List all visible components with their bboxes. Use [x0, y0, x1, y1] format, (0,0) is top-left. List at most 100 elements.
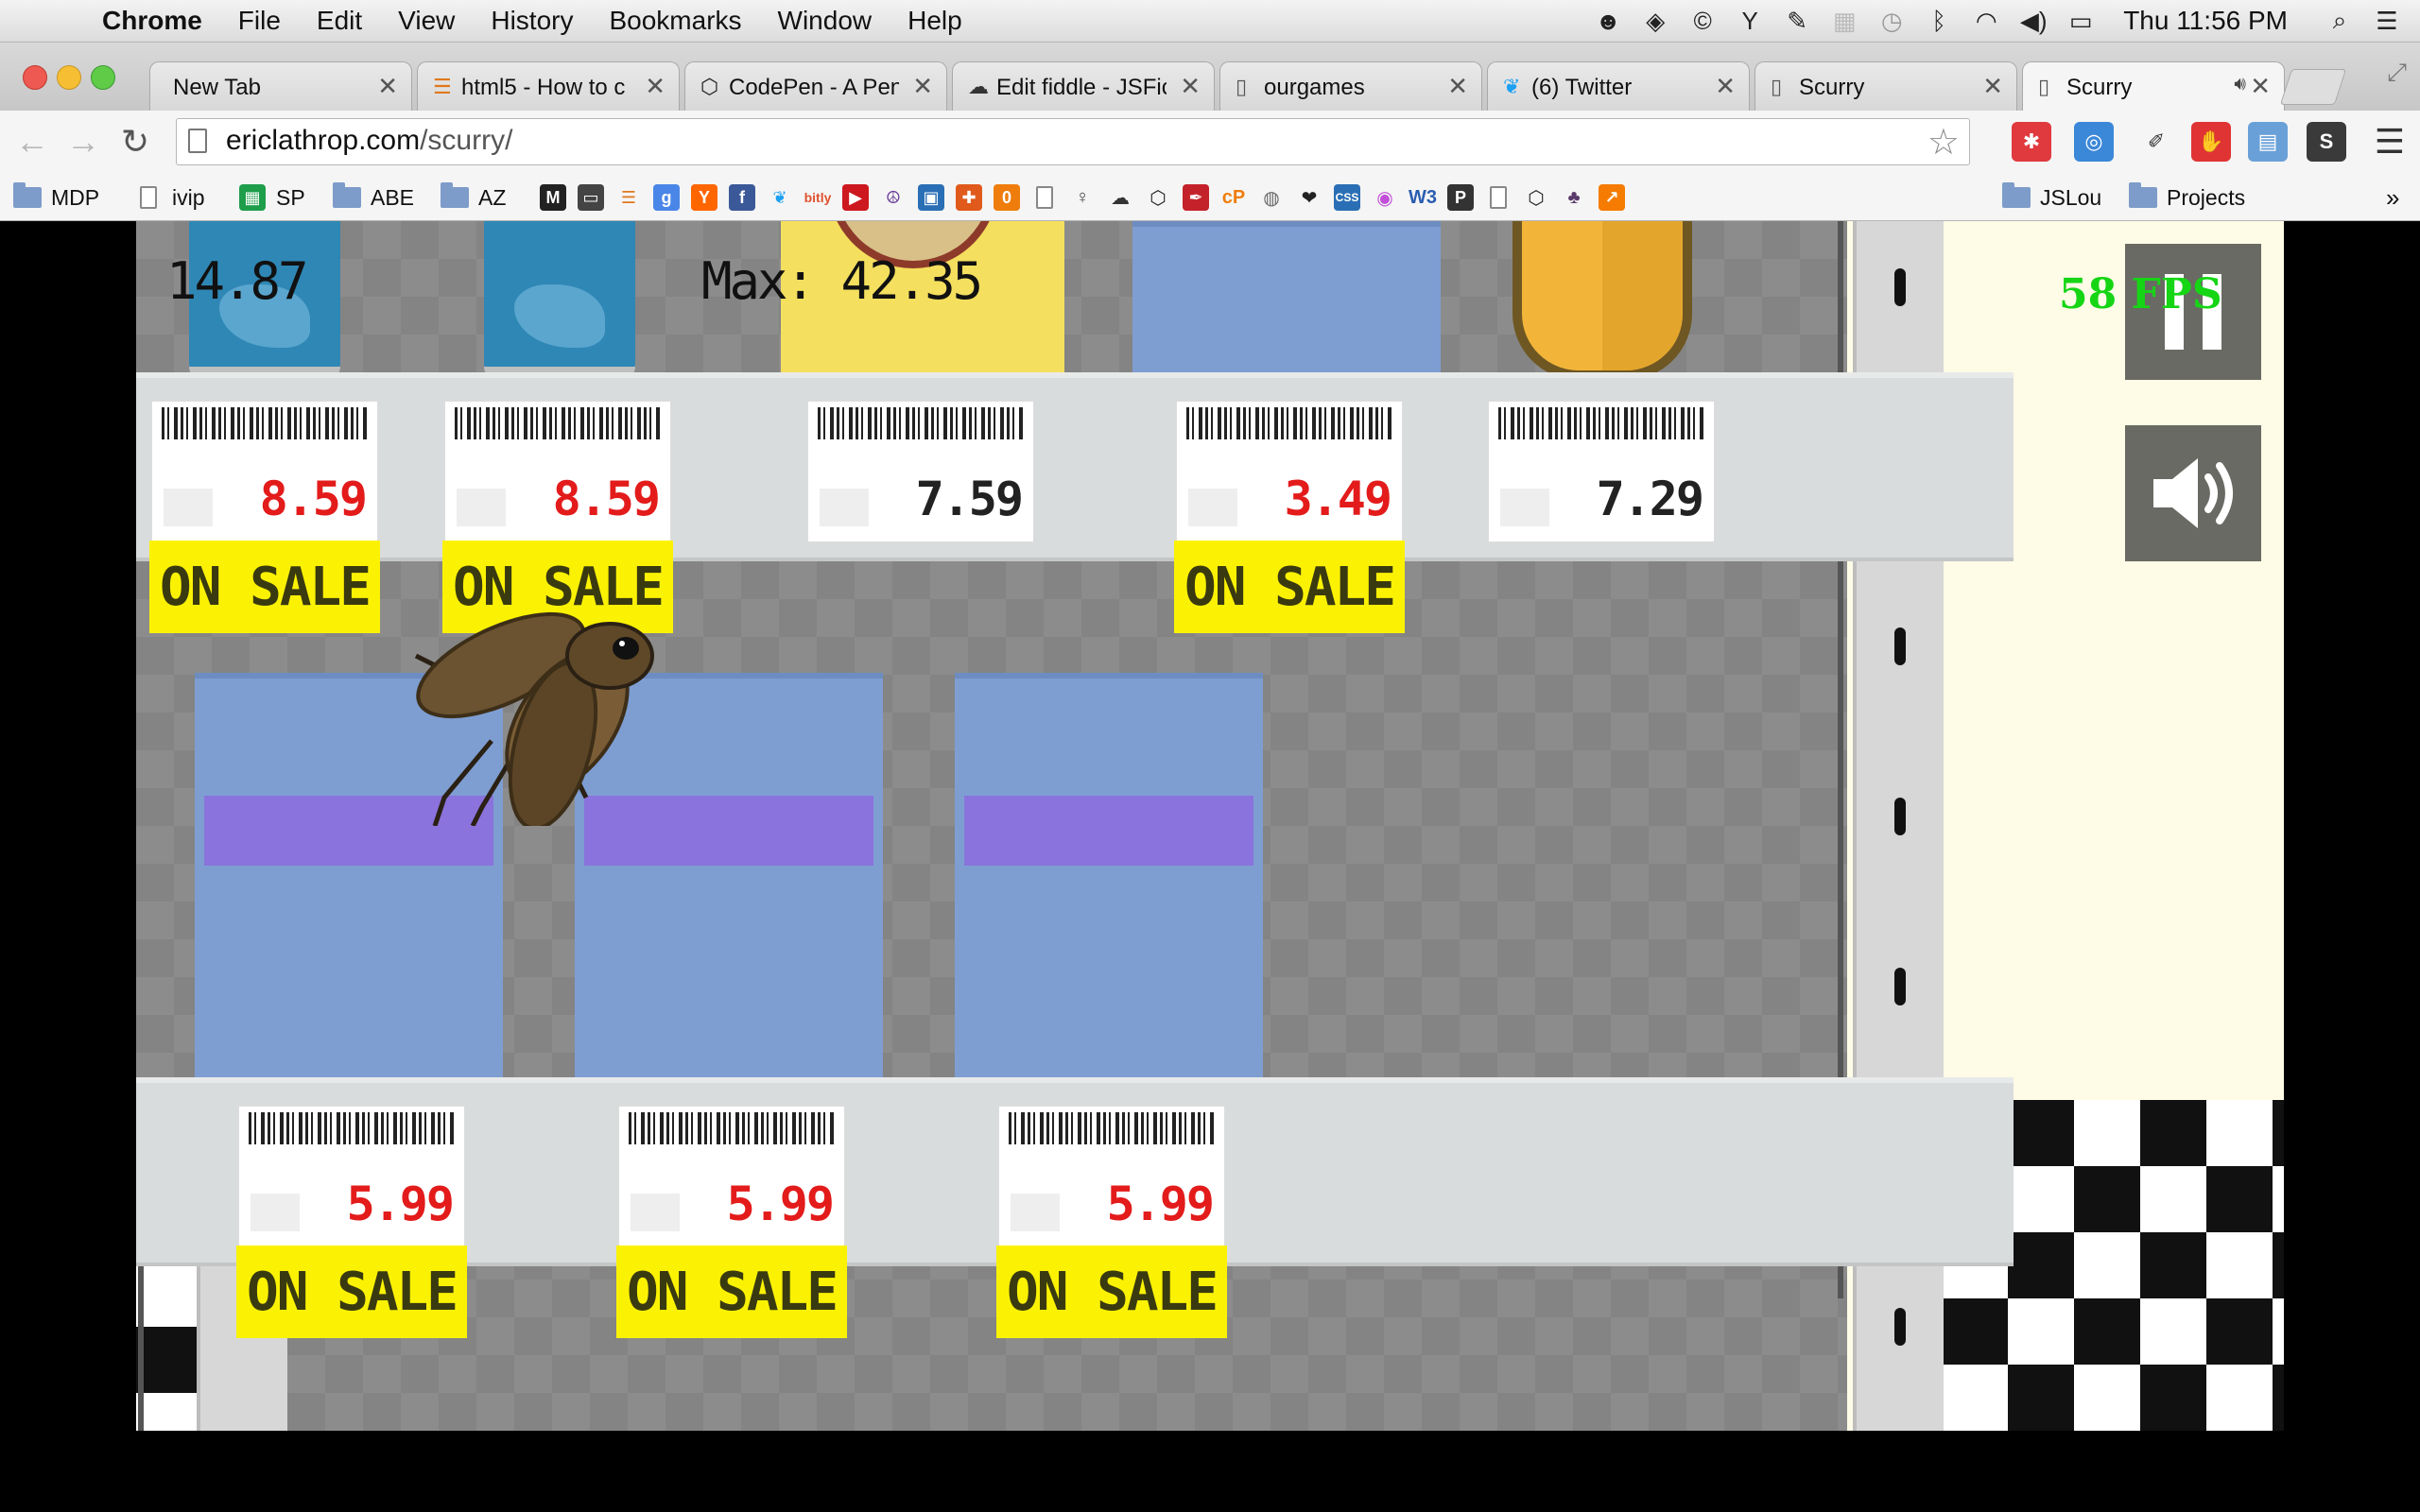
tab-close-icon[interactable]: ✕: [912, 72, 933, 101]
wifi-icon[interactable]: ◠: [1970, 5, 2002, 37]
menu-clock[interactable]: Thu 11:56 PM: [2123, 6, 2288, 36]
bookmark-jslou[interactable]: JSLou: [2002, 180, 2101, 215]
extension-asterisk-icon[interactable]: ✱: [2012, 122, 2051, 162]
bookmark-ivip[interactable]: ivip: [134, 180, 205, 215]
bookmark-az[interactable]: AZ: [441, 180, 506, 215]
stackoverflow-icon[interactable]: ☰: [614, 185, 643, 210]
menu-bookmarks[interactable]: Bookmarks: [609, 6, 741, 36]
globe-icon[interactable]: ◍: [1257, 185, 1286, 210]
office-icon[interactable]: 0: [993, 184, 1021, 211]
feather-icon[interactable]: ✒: [1182, 184, 1210, 211]
fullscreen-icon[interactable]: ⤢: [2387, 58, 2407, 88]
color-wheel-icon[interactable]: ◉: [1371, 185, 1399, 210]
hacker-news-icon[interactable]: Y: [690, 184, 718, 211]
tab-close-icon[interactable]: ✕: [645, 72, 666, 101]
tab-close-icon[interactable]: ✕: [1180, 72, 1201, 101]
price-tag: 5.99: [238, 1106, 465, 1247]
cpanel-icon[interactable]: cP: [1219, 185, 1248, 210]
bluetooth-icon[interactable]: ᛒ: [1923, 5, 1955, 37]
window-zoom-button[interactable]: [91, 65, 115, 90]
page-info-icon[interactable]: [188, 129, 207, 153]
w3-icon[interactable]: W3: [1409, 185, 1437, 210]
tab-close-icon[interactable]: ✕: [1715, 72, 1736, 101]
tab-ourgames[interactable]: ▯ ourgames ✕: [1219, 61, 1482, 111]
bookmark-projects[interactable]: Projects: [2129, 180, 2245, 215]
menu-edit[interactable]: Edit: [317, 6, 362, 36]
menu-window[interactable]: Window: [778, 6, 873, 36]
tab-scurry-active[interactable]: ▯ Scurry 🔊︎ ✕: [2022, 61, 2285, 112]
youtube-icon[interactable]: ▶: [841, 184, 870, 211]
tab-twitter[interactable]: ❦ (6) Twitter ✕: [1487, 61, 1750, 111]
back-arrow-icon[interactable]: ←: [15, 122, 49, 162]
dropbox-status-icon[interactable]: ◈: [1639, 5, 1671, 37]
codepen-icon[interactable]: ⬡: [1144, 185, 1172, 210]
chrome-menu-icon[interactable]: ☰: [2375, 122, 2405, 162]
audio-playing-icon: 🔊︎: [2234, 74, 2246, 94]
window-minimize-button[interactable]: [57, 65, 81, 90]
fork-status-icon[interactable]: Y: [1734, 5, 1766, 37]
spotlight-search-icon[interactable]: ⌕: [2324, 5, 2356, 37]
bookmark-mdp[interactable]: MDP: [13, 180, 99, 215]
tab-close-icon[interactable]: ✕: [377, 72, 398, 101]
google-icon[interactable]: g: [652, 184, 681, 211]
heart-icon[interactable]: ❤: [1295, 185, 1323, 210]
page-icon[interactable]: [1030, 185, 1059, 210]
tab-stackoverflow[interactable]: ☰ html5 - How to c ✕: [417, 61, 680, 111]
extension-eyedropper-icon[interactable]: ✐: [2136, 122, 2176, 162]
sound-toggle-button[interactable]: [2125, 425, 2261, 561]
twitter-icon[interactable]: ❦: [766, 185, 794, 210]
shopping-bag-icon[interactable]: ▣: [917, 184, 945, 211]
bookmark-sp[interactable]: ▦ SP: [238, 180, 305, 215]
tab-jsfiddle[interactable]: ☁ Edit fiddle - JSFic ✕: [952, 61, 1215, 111]
tab-close-icon[interactable]: ✕: [1447, 72, 1468, 101]
pin-icon[interactable]: ♀: [1068, 185, 1097, 210]
game-canvas[interactable]: 8.59 8.59 7.59 3.49 7.29 ON SALE ON SALE…: [136, 221, 2284, 1431]
grid-status-icon[interactable]: ▦: [1828, 5, 1860, 37]
terminal-icon[interactable]: ▭: [577, 184, 605, 211]
menu-app-name[interactable]: Chrome: [102, 6, 202, 36]
bitly-icon[interactable]: bitly: [804, 185, 832, 210]
cockroach-player[interactable]: [378, 580, 756, 826]
medium-icon[interactable]: M: [539, 184, 567, 211]
window-close-button[interactable]: [23, 65, 47, 90]
peace-icon[interactable]: ☮: [879, 185, 908, 210]
forward-arrow-icon[interactable]: →: [66, 122, 100, 162]
time-machine-icon[interactable]: ◷: [1876, 5, 1908, 37]
tab-close-icon[interactable]: ✕: [1982, 72, 2003, 101]
reload-icon[interactable]: ↻: [121, 122, 149, 162]
codecopy-status-icon[interactable]: ©: [1686, 5, 1719, 37]
evernote-status-icon[interactable]: ✎: [1781, 5, 1813, 37]
menu-help[interactable]: Help: [908, 6, 962, 36]
p-icon[interactable]: P: [1446, 184, 1475, 211]
shelf-rod: [1838, 221, 1843, 372]
folder-icon: [2002, 182, 2031, 210]
address-bar[interactable]: ericlathrop.com/scurry/ ☆: [176, 118, 1970, 165]
tab-new-tab[interactable]: New Tab ✕: [149, 61, 412, 111]
new-tab-button[interactable]: [2279, 69, 2347, 105]
extension-new-icon[interactable]: ▤: [2248, 122, 2288, 162]
page-icon[interactable]: [1484, 185, 1512, 210]
extension-s-icon[interactable]: S: [2307, 122, 2346, 162]
tab-close-icon[interactable]: ✕: [2250, 72, 2271, 101]
jsfiddle-icon[interactable]: ☁: [1106, 185, 1134, 210]
notification-center-icon[interactable]: ☰: [2371, 5, 2403, 37]
bookmarks-overflow-chevron-icon[interactable]: »: [2386, 180, 2399, 215]
bookmark-star-icon[interactable]: ☆: [1927, 121, 1960, 163]
facebook-icon[interactable]: f: [728, 184, 756, 211]
battery-icon[interactable]: ▭: [2065, 5, 2097, 37]
codepen-icon[interactable]: ⬡: [1522, 185, 1550, 210]
css3-icon[interactable]: CSS: [1333, 184, 1361, 211]
ghost-status-icon[interactable]: ☻: [1592, 5, 1624, 37]
extension-stop-hand-icon[interactable]: ✋: [2191, 122, 2231, 162]
extension-target-icon[interactable]: ◎: [2074, 122, 2114, 162]
tab-scurry[interactable]: ▯ Scurry ✕: [1754, 61, 2017, 111]
octopus-icon[interactable]: ♣: [1560, 185, 1588, 210]
bookmark-abe[interactable]: ABE: [333, 180, 414, 215]
plus-cross-icon[interactable]: ✚: [955, 184, 983, 211]
volume-icon[interactable]: ◀): [2017, 5, 2049, 37]
analytics-icon[interactable]: ↗: [1598, 184, 1626, 211]
menu-file[interactable]: File: [238, 6, 281, 36]
menu-view[interactable]: View: [398, 6, 455, 36]
tab-codepen[interactable]: ⬡ CodePen - A Pen ✕: [684, 61, 947, 111]
menu-history[interactable]: History: [491, 6, 573, 36]
